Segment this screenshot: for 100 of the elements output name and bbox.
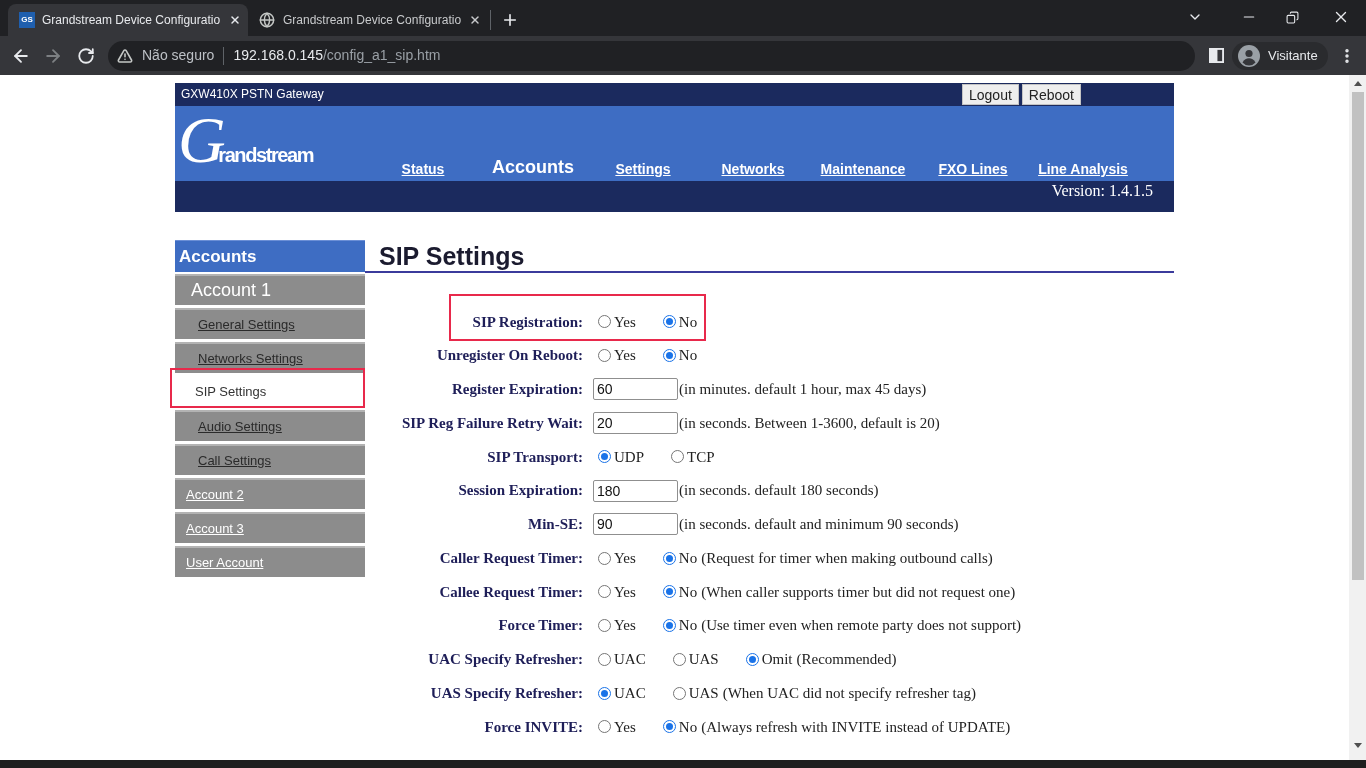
nav-link[interactable]: Networks: [721, 159, 785, 179]
radio-button[interactable]: [662, 551, 676, 565]
warning-icon: [117, 47, 133, 64]
nav-link[interactable]: Accounts: [492, 155, 574, 179]
nav-link[interactable]: Line Analysis: [1038, 159, 1128, 179]
url-text: 192.168.0.145/config_a1_sip.htm: [233, 46, 441, 65]
field-label: UAS Specify Refresher:: [430, 683, 583, 703]
text-input[interactable]: 60: [593, 378, 678, 401]
radio-button[interactable]: [598, 652, 611, 666]
scroll-up-icon[interactable]: [1353, 81, 1362, 86]
hint-text: (Always refresh with INVITE instead of UPDATE): [701, 717, 1011, 737]
version-text: Version: 1.4.1.5: [1051, 181, 1153, 201]
hint-text: (in seconds. default 180 seconds): [679, 481, 879, 501]
close-tab-icon[interactable]: [229, 14, 241, 26]
page-title: SIP Settings: [379, 240, 525, 271]
radio-button[interactable]: [662, 619, 676, 633]
radio-label[interactable]: TCP: [687, 445, 715, 469]
radio-button[interactable]: [745, 652, 759, 666]
radio-button[interactable]: [598, 349, 611, 363]
sidebar-subitem[interactable]: Audio Settings: [175, 410, 365, 441]
profile-avatar-icon: [1238, 44, 1260, 67]
sidebar-header: Accounts: [175, 240, 365, 272]
scroll-down-icon[interactable]: [1353, 743, 1362, 748]
radio-label[interactable]: No: [678, 344, 698, 367]
nav-link[interactable]: Status: [401, 159, 445, 179]
field-label: Callee Request Timer:: [439, 582, 583, 602]
radio-button[interactable]: [671, 450, 684, 464]
radio-button[interactable]: [662, 349, 676, 363]
radio-button[interactable]: [598, 619, 611, 633]
hint-text: (Request for timer when making outbound calls): [701, 548, 993, 568]
sidebar-subitem[interactable]: Networks Settings: [175, 342, 365, 373]
sidebar-subitem[interactable]: Call Settings: [175, 444, 365, 475]
reload-icon[interactable]: [77, 46, 95, 65]
side-panel-icon[interactable]: [1209, 48, 1224, 63]
browser-tab[interactable]: GS Grandstream Device Configuratio: [8, 4, 248, 36]
radio-label[interactable]: No: [678, 715, 698, 739]
radio-label[interactable]: UAC: [614, 681, 646, 705]
radio-button[interactable]: [662, 585, 676, 599]
text-input[interactable]: 90: [593, 513, 678, 536]
radio-label[interactable]: No: [678, 580, 698, 604]
field-label: Min-SE:: [528, 515, 583, 535]
radio-label[interactable]: No: [678, 310, 698, 334]
radio-label[interactable]: No: [678, 546, 698, 570]
radio-label[interactable]: UAC: [614, 648, 646, 671]
radio-button[interactable]: [662, 720, 676, 734]
header-button[interactable]: Reboot: [1021, 84, 1081, 105]
product-name: GXW410X PSTN Gateway: [181, 86, 324, 103]
text-input[interactable]: 180: [593, 479, 678, 502]
radio-label[interactable]: Yes: [614, 580, 636, 604]
field-label: Unregister On Reboot:: [436, 346, 583, 366]
header-button[interactable]: Logout: [962, 84, 1019, 105]
hint-text: (Use timer even when remote party does not support): [701, 616, 1022, 636]
radio-button[interactable]: [672, 652, 686, 666]
field-label: SIP Registration:: [472, 312, 583, 332]
radio-label[interactable]: Yes: [614, 344, 636, 367]
radio-label[interactable]: Yes: [614, 310, 636, 334]
hint-text: (in seconds. default and minimum 90 seconds): [679, 515, 959, 535]
radio-button[interactable]: [598, 720, 611, 734]
field-label: Caller Request Timer:: [439, 548, 583, 568]
site-favicon: GS: [19, 12, 35, 28]
new-tab-icon[interactable]: [501, 11, 519, 29]
radio-button[interactable]: [672, 686, 686, 700]
radio-label[interactable]: Yes: [614, 614, 636, 637]
security-label[interactable]: Não seguro: [142, 45, 215, 66]
field-label: Force Timer:: [498, 616, 583, 636]
nav-link[interactable]: FXO Lines: [938, 159, 1008, 179]
field-label: SIP Reg Failure Retry Wait:: [401, 413, 583, 433]
hint-text: (in minutes. default 1 hour, max 45 days): [679, 380, 927, 400]
globe-icon: [259, 12, 275, 28]
radio-label[interactable]: Omit: [761, 648, 793, 671]
radio-label[interactable]: No: [678, 614, 698, 637]
radio-label[interactable]: UDP: [614, 445, 644, 469]
radio-label[interactable]: UAS: [688, 681, 719, 705]
hint-text: (in seconds. Between 1-3600, default is 20): [679, 413, 940, 433]
radio-button[interactable]: [598, 450, 611, 464]
nav-link[interactable]: Settings: [615, 159, 671, 179]
text-input[interactable]: 20: [593, 412, 678, 435]
radio-button[interactable]: [598, 686, 611, 700]
radio-label[interactable]: Yes: [614, 715, 636, 739]
restore-icon[interactable]: [1286, 10, 1299, 24]
radio-button[interactable]: [598, 315, 611, 329]
radio-label[interactable]: Yes: [614, 546, 636, 570]
profile-button[interactable]: Visitante: [1232, 41, 1328, 70]
nav-link[interactable]: Maintenance: [820, 159, 906, 179]
hint-text: (When UAC did not specify refresher tag): [722, 683, 976, 703]
radio-button[interactable]: [598, 585, 611, 599]
field-label: Session Expiration:: [458, 481, 583, 501]
browser-tab[interactable]: Grandstream Device Configuratio: [250, 4, 490, 36]
field-label: UAC Specify Refresher:: [428, 650, 583, 670]
field-label: Force INVITE:: [484, 717, 583, 737]
radio-button[interactable]: [662, 315, 676, 329]
hint-text: (When caller supports timer but did not request one): [701, 582, 1016, 602]
scrollbar-thumb[interactable]: [1351, 92, 1364, 580]
field-label: SIP Transport:: [487, 447, 583, 467]
radio-button[interactable]: [598, 551, 611, 565]
field-label: Register Expiration:: [452, 380, 583, 400]
hint-text: (Recommended): [796, 650, 897, 670]
radio-label[interactable]: UAS: [688, 648, 719, 671]
sidebar-subitem[interactable]: General Settings: [175, 308, 365, 339]
address-bar[interactable]: Não seguro 192.168.0.145/config_a1_sip.htm: [108, 40, 1195, 71]
